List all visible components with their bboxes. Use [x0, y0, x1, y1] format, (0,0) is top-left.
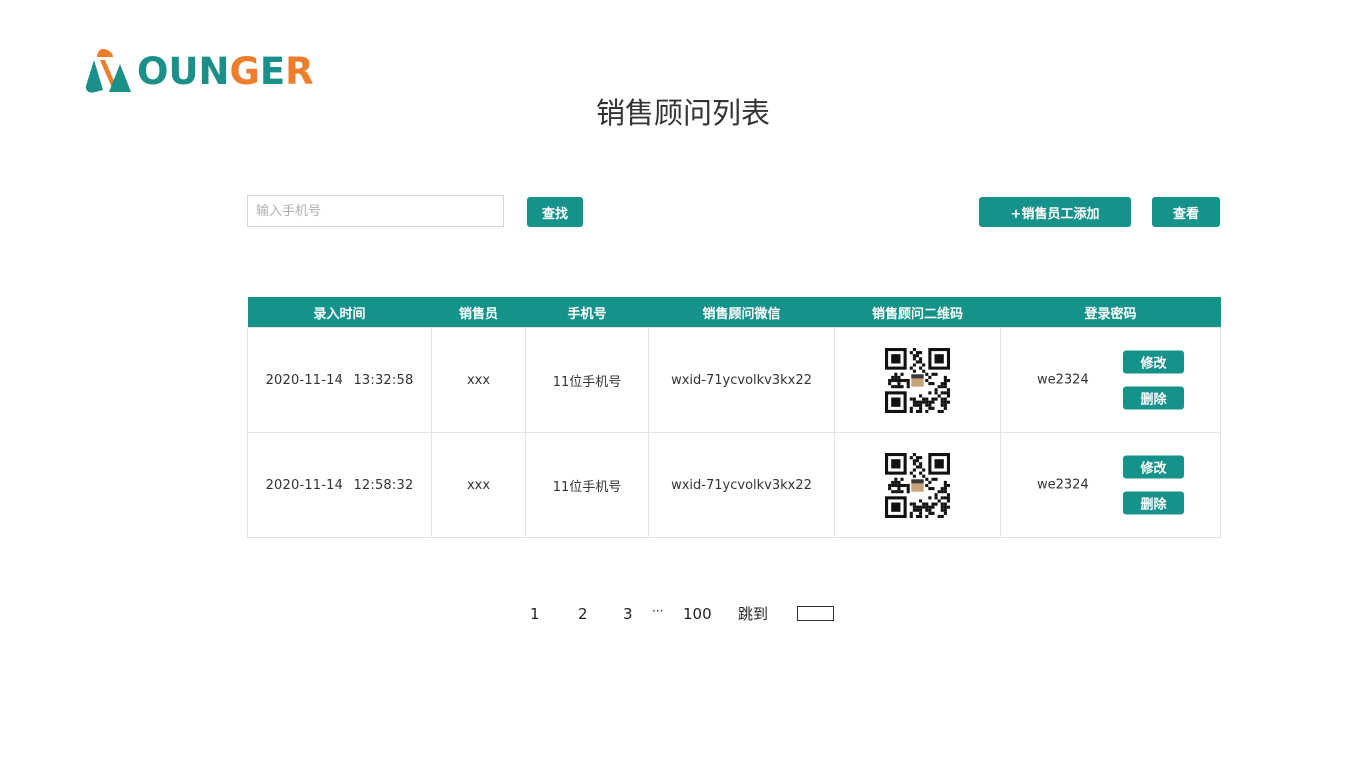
qr-code-image: [885, 452, 950, 518]
edit-button[interactable]: 修改: [1123, 455, 1184, 479]
view-button[interactable]: 查看: [1152, 197, 1220, 227]
header-password: 登录密码: [1000, 297, 1221, 328]
cell-wechat: wxid-71ycvolkv3kx22: [648, 327, 835, 433]
phone-search-input[interactable]: [247, 195, 504, 227]
cell-phone: 11位手机号: [525, 327, 649, 433]
header-seller: 销售员: [431, 297, 526, 328]
cell-entry-time: 2020-11-14 12:58:32: [247, 432, 432, 538]
cell-password: we2324 修改 删除: [1000, 432, 1221, 538]
cell-wechat: wxid-71ycvolkv3kx22: [648, 432, 835, 538]
logo-mark-icon: [85, 49, 131, 93]
cell-qrcode: [834, 327, 1001, 433]
cell-seller: xxx: [431, 327, 526, 433]
delete-button[interactable]: 删除: [1123, 386, 1184, 410]
password-text: we2324: [1037, 477, 1089, 493]
header-wechat: 销售顾问微信: [648, 297, 835, 328]
cell-qrcode: [834, 432, 1001, 538]
cell-seller: xxx: [431, 432, 526, 538]
page-link-1[interactable]: 1: [530, 603, 540, 625]
page-link-last[interactable]: 100: [683, 603, 712, 625]
delete-button[interactable]: 删除: [1123, 491, 1184, 515]
pagination: 1 2 3 ··· 100 跳到: [0, 603, 1366, 625]
sales-consultant-table: 录入时间 销售员 手机号 销售顾问微信 销售顾问二维码 登录密码 2020-11…: [247, 297, 1221, 538]
row-actions: 修改 删除: [1123, 350, 1184, 410]
table-row: 2020-11-14 12:58:32 xxx 11位手机号 wxid-71yc…: [247, 432, 1221, 538]
cell-password: we2324 修改 删除: [1000, 327, 1221, 433]
jump-page-input[interactable]: [797, 606, 834, 621]
edit-button[interactable]: 修改: [1123, 350, 1184, 374]
cell-entry-time: 2020-11-14 13:32:58: [247, 327, 432, 433]
add-sales-staff-button[interactable]: +销售员工添加: [979, 197, 1131, 227]
logo-wordmark: OUNGER: [137, 50, 314, 93]
page-ellipsis: ···: [652, 604, 664, 618]
brand-logo: OUNGER: [84, 46, 318, 96]
table-header-row: 录入时间 销售员 手机号 销售顾问微信 销售顾问二维码 登录密码: [247, 297, 1221, 328]
qr-code-image: [885, 347, 950, 413]
row-actions: 修改 删除: [1123, 455, 1184, 515]
header-qrcode: 销售顾问二维码: [834, 297, 1001, 328]
password-text: we2324: [1037, 372, 1089, 388]
page-link-3[interactable]: 3: [623, 603, 633, 625]
cell-phone: 11位手机号: [525, 432, 649, 538]
search-button[interactable]: 查找: [527, 197, 583, 227]
page-link-2[interactable]: 2: [578, 603, 588, 625]
header-phone: 手机号: [525, 297, 649, 328]
jump-to-label: 跳到: [738, 605, 769, 623]
header-entry-time: 录入时间: [247, 297, 432, 328]
table-row: 2020-11-14 13:32:58 xxx 11位手机号 wxid-71yc…: [247, 327, 1221, 433]
page-title: 销售顾问列表: [595, 96, 770, 130]
